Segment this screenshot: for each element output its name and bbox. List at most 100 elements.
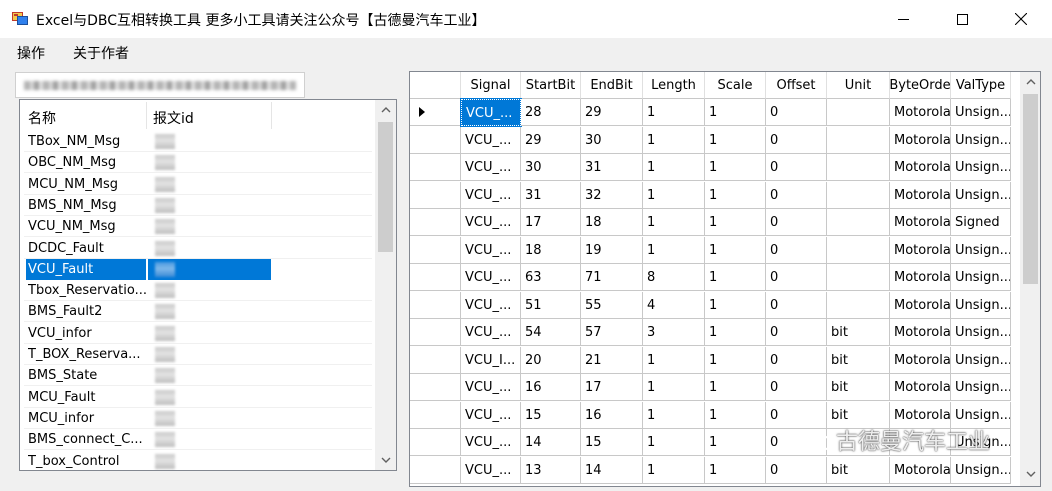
list-item[interactable]: VCU_infor xyxy=(20,323,372,344)
grid-cell[interactable]: 1 xyxy=(643,456,705,484)
grid-row[interactable]: VCU_... 16 17 1 1 0 bit Motorola Unsign... xyxy=(410,374,1020,401)
grid-column-header[interactable]: ByteOrde xyxy=(890,72,951,99)
list-item[interactable]: T_BOX_Reserva... xyxy=(20,344,372,365)
grid-cell[interactable]: 1 xyxy=(705,264,766,291)
grid-corner-header[interactable] xyxy=(410,72,461,99)
grid-cell[interactable]: 1 xyxy=(643,99,705,126)
row-header[interactable] xyxy=(410,236,461,264)
list-item[interactable]: BMS_connect_C... xyxy=(20,429,372,451)
grid-cell[interactable]: Motorola xyxy=(890,126,951,154)
grid-cell[interactable]: 1 xyxy=(705,209,766,236)
grid-cell[interactable]: 1 xyxy=(705,126,766,154)
grid-cell[interactable]: Unsign... xyxy=(951,456,1011,484)
grid-cell[interactable]: Motorola xyxy=(890,346,951,374)
row-header[interactable] xyxy=(410,401,461,429)
grid-cell[interactable]: Motorola xyxy=(890,154,951,181)
column-header-name[interactable]: 名称 xyxy=(28,108,56,128)
list-item[interactable]: BMS_State xyxy=(20,365,372,387)
grid-cell[interactable]: Motorola xyxy=(890,291,951,319)
grid-cell[interactable]: VCU_... xyxy=(461,291,521,319)
grid-cell[interactable]: 17 xyxy=(521,209,581,236)
grid-column-header[interactable]: Unit xyxy=(827,72,890,99)
grid-cell[interactable]: 57 xyxy=(581,319,643,346)
grid-row[interactable]: VCU_... 17 18 1 1 0 Motorola Signed xyxy=(410,209,1020,236)
grid-row[interactable]: VCU_I... 20 21 1 1 0 bit Motorola Unsign... xyxy=(410,346,1020,374)
grid-cell[interactable]: 71 xyxy=(581,264,643,291)
list-item[interactable]: BMS_Fault2 xyxy=(20,301,372,323)
grid-cell[interactable]: VCU_... xyxy=(461,154,521,181)
grid-cell[interactable]: 29 xyxy=(521,126,581,154)
list-item[interactable]: Tbox_Reservatio... xyxy=(20,280,372,302)
grid-cell[interactable]: 17 xyxy=(581,374,643,401)
message-list-scrollbar[interactable] xyxy=(375,100,396,470)
list-item[interactable]: OBC_NM_Msg xyxy=(20,152,372,174)
grid-row[interactable]: VCU_... 54 57 3 1 0 bit Motorola Unsign... xyxy=(410,319,1020,346)
scroll-down-arrow-icon[interactable] xyxy=(375,450,396,470)
grid-row[interactable]: VCU_... 51 55 4 1 0 Motorola Unsign... xyxy=(410,291,1020,319)
scrollbar-thumb[interactable] xyxy=(378,122,393,252)
grid-cell[interactable]: 1 xyxy=(705,154,766,181)
menu-operations[interactable]: 操作 xyxy=(17,43,45,63)
list-item[interactable]: VCU_NM_Msg xyxy=(20,216,372,238)
scroll-up-arrow-icon[interactable] xyxy=(375,100,396,120)
grid-cell[interactable]: 0 xyxy=(766,291,827,319)
grid-cell[interactable]: 1 xyxy=(705,456,766,484)
grid-cell[interactable] xyxy=(827,99,890,126)
grid-column-header[interactable]: ValType xyxy=(951,72,1011,99)
grid-cell[interactable]: Motorola xyxy=(890,456,951,484)
grid-cell[interactable] xyxy=(827,154,890,181)
grid-cell[interactable]: Unsign... xyxy=(951,346,1011,374)
row-header[interactable] xyxy=(410,456,461,484)
grid-cell[interactable]: 20 xyxy=(521,346,581,374)
grid-cell[interactable]: 63 xyxy=(521,264,581,291)
grid-column-header[interactable]: Scale xyxy=(705,72,766,99)
grid-cell[interactable] xyxy=(827,209,890,236)
grid-cell[interactable]: 1 xyxy=(705,181,766,209)
list-item[interactable]: T_box_Control xyxy=(20,451,372,471)
grid-cell[interactable]: 1 xyxy=(705,346,766,374)
grid-cell[interactable]: 3 xyxy=(643,319,705,346)
grid-cell[interactable]: 1 xyxy=(705,401,766,429)
menu-about-author[interactable]: 关于作者 xyxy=(73,43,129,63)
grid-cell[interactable]: 31 xyxy=(581,154,643,181)
grid-cell[interactable] xyxy=(827,181,890,209)
list-item[interactable]: BMS_NM_Msg xyxy=(20,195,372,216)
grid-cell[interactable]: 1 xyxy=(705,429,766,456)
grid-cell[interactable]: 1 xyxy=(643,154,705,181)
grid-cell[interactable]: 19 xyxy=(581,236,643,264)
close-button[interactable] xyxy=(998,0,1044,38)
grid-cell[interactable]: 0 xyxy=(766,99,827,126)
grid-cell[interactable]: 1 xyxy=(705,99,766,126)
grid-cell[interactable]: 0 xyxy=(766,374,827,401)
grid-cell[interactable]: 0 xyxy=(766,456,827,484)
grid-cell[interactable]: Unsign... xyxy=(951,374,1011,401)
grid-column-header[interactable]: Offset xyxy=(766,72,827,99)
list-item[interactable]: VCU_Fault xyxy=(20,258,372,280)
grid-row[interactable]: VCU_... 13 14 1 1 0 bit Motorola Unsign... xyxy=(410,456,1020,484)
grid-cell[interactable]: 1 xyxy=(705,374,766,401)
grid-cell[interactable]: Unsign... xyxy=(951,181,1011,209)
grid-cell[interactable]: 1 xyxy=(705,236,766,264)
grid-cell[interactable]: 30 xyxy=(581,126,643,154)
grid-cell[interactable]: Motorola xyxy=(890,209,951,236)
file-path-field[interactable] xyxy=(15,72,305,98)
scrollbar-thumb[interactable] xyxy=(1023,94,1038,284)
list-item[interactable]: MCU_infor xyxy=(20,408,372,429)
row-header[interactable] xyxy=(410,99,461,126)
grid-cell[interactable]: 0 xyxy=(766,319,827,346)
signal-grid-scrollbar[interactable] xyxy=(1020,72,1040,486)
grid-cell[interactable]: VCU_... xyxy=(461,126,521,154)
grid-cell[interactable]: 1 xyxy=(643,429,705,456)
grid-cell[interactable]: 0 xyxy=(766,264,827,291)
grid-cell[interactable]: 32 xyxy=(581,181,643,209)
grid-column-header[interactable]: Length xyxy=(643,72,705,99)
list-item[interactable]: DCDC_Fault xyxy=(20,238,372,259)
grid-cell[interactable]: Unsign... xyxy=(951,99,1011,126)
grid-cell[interactable]: VCU_... xyxy=(461,181,521,209)
grid-cell[interactable]: 18 xyxy=(581,209,643,236)
grid-cell[interactable]: 31 xyxy=(521,181,581,209)
grid-cell[interactable]: 16 xyxy=(521,374,581,401)
row-header[interactable] xyxy=(410,319,461,346)
grid-cell[interactable]: VCU_... xyxy=(461,401,521,429)
grid-cell[interactable]: 1 xyxy=(643,346,705,374)
